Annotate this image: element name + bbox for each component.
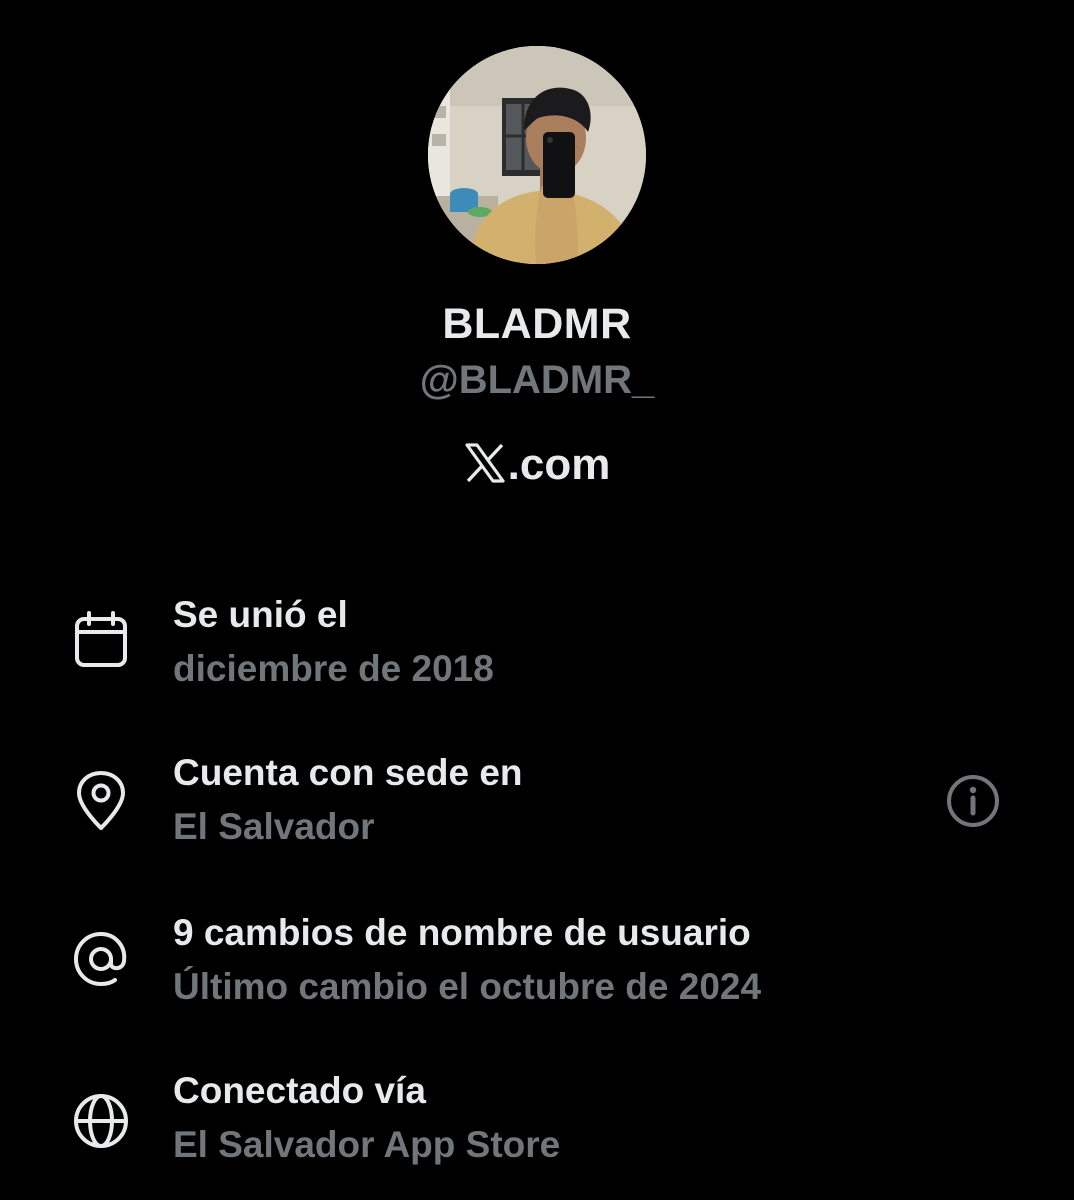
connected-via-value: El Salvador App Store [173,1124,561,1165]
connected-via-title: Conectado vía [173,1070,426,1111]
avatar[interactable] [428,46,646,264]
joined-date: diciembre de 2018 [173,648,494,689]
username-last-change: Último cambio el octubre de 2024 [173,966,762,1007]
username-changes-row: 9 cambios de nombre de usuario Último ca… [0,912,1074,1032]
display-name: BLADMR [442,300,632,348]
joined-date-row: Se unió el diciembre de 2018 [0,594,1074,714]
username-handle: @BLADMR_ [419,358,655,402]
username-changes-title: 9 cambios de nombre de usuario [173,912,751,953]
globe-icon [70,1090,132,1152]
location-title: Cuenta con sede en [173,752,523,793]
profile-photo [428,46,646,264]
site-domain-text: .com [507,440,611,489]
info-icon[interactable] [942,770,1004,832]
location-value: El Salvador [173,806,375,847]
account-location-row: Cuenta con sede en El Salvador [0,752,1074,872]
site-label: .com [0,440,1074,494]
connected-via-row: Conectado vía El Salvador App Store [0,1070,1074,1190]
location-pin-icon [70,770,132,832]
joined-title: Se unió el [173,594,348,635]
calendar-icon [70,610,132,672]
at-sign-icon [70,928,132,990]
x-logo-icon [464,443,506,494]
